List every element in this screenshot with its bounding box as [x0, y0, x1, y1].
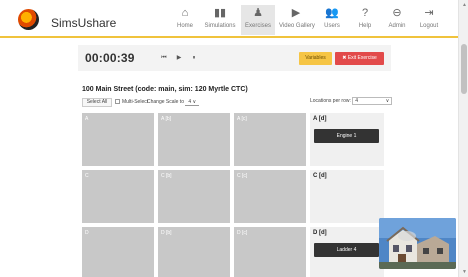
scale-dropdown[interactable]: 4 ∨	[185, 99, 200, 106]
nav-admin[interactable]: ⊖ Admin	[380, 5, 414, 35]
exercise-timer: 00:00:39	[85, 51, 135, 65]
scene-preview-thumbnail[interactable]	[379, 218, 456, 269]
location-cell[interactable]: D	[82, 227, 154, 277]
rewind-button[interactable]: ⏮	[158, 52, 170, 64]
page-scrollbar[interactable]: ▲ ▼	[458, 0, 468, 277]
multi-select-checkbox[interactable]: Multi-Select	[115, 99, 148, 105]
exercises-icon: ♟	[253, 7, 263, 19]
variables-button[interactable]: Variables	[299, 52, 332, 65]
nav-logout[interactable]: ⇥ Logout	[412, 5, 446, 35]
location-cell[interactable]: D [c]	[234, 227, 306, 277]
help-icon: ?	[361, 7, 369, 19]
scroll-up-arrow-icon[interactable]: ▲	[462, 2, 467, 8]
location-cell[interactable]: C	[82, 170, 154, 223]
scroll-thumb[interactable]	[461, 44, 467, 94]
location-cell[interactable]: A [c]	[234, 113, 306, 166]
pause-button[interactable]: ⏸	[188, 52, 200, 64]
exercise-title: 100 Main Street (code: main, sim: 120 My…	[82, 86, 248, 93]
locations-per-row-select[interactable]: 4 ∨	[352, 97, 393, 105]
exit-exercise-button[interactable]: ✖ Exit Exercise	[335, 52, 384, 65]
location-cell[interactable]: A	[82, 113, 154, 166]
location-cell[interactable]: C [d]	[310, 170, 384, 223]
location-cell[interactable]: D [b]	[158, 227, 230, 277]
top-navigation-bar: SimsUshare ⌂ Home ▮▮ Simulations ♟ Exerc…	[0, 0, 458, 38]
play-button[interactable]: ▶	[173, 52, 185, 64]
logout-icon: ⇥	[424, 7, 434, 19]
unit-button[interactable]: Ladder 4	[314, 243, 379, 257]
location-cell[interactable]: D [d] Ladder 4	[310, 227, 384, 277]
house-scene-image	[379, 218, 456, 269]
nav-video-gallery[interactable]: ▶ Video Gallery	[279, 5, 315, 35]
app-logo[interactable]	[18, 9, 39, 30]
nav-help[interactable]: ? Help	[348, 5, 382, 35]
app-name[interactable]: SimsUshare	[51, 16, 116, 30]
unit-button[interactable]: Engine 1	[314, 129, 379, 143]
video-icon: ▶	[291, 7, 301, 19]
exercise-control-bar: 00:00:39 ⏮ ▶ ⏸ Variables ✖ Exit Exercise	[78, 45, 391, 71]
location-cell[interactable]: A [d] Engine 1	[310, 113, 384, 166]
location-cell[interactable]: C [c]	[234, 170, 306, 223]
change-scale-control: Change Scale to 4 ∨	[147, 99, 200, 106]
nav-exercises[interactable]: ♟ Exercises	[241, 5, 275, 35]
home-icon: ⌂	[181, 7, 189, 19]
simulations-icon: ▮▮	[213, 7, 227, 19]
users-icon: 👥	[325, 7, 339, 19]
location-cell[interactable]: C [b]	[158, 170, 230, 223]
nav-home[interactable]: ⌂ Home	[168, 5, 202, 35]
checkbox-icon[interactable]	[115, 99, 120, 105]
scroll-down-arrow-icon[interactable]: ▼	[462, 269, 467, 275]
select-all-button[interactable]: Select All	[82, 98, 112, 107]
nav-simulations[interactable]: ▮▮ Simulations	[203, 5, 237, 35]
locations-per-row-control: Locations per row: 4 ∨	[310, 97, 393, 105]
location-cell[interactable]: A [b]	[158, 113, 230, 166]
nav-users[interactable]: 👥 Users	[315, 5, 349, 35]
admin-icon: ⊖	[392, 7, 402, 19]
